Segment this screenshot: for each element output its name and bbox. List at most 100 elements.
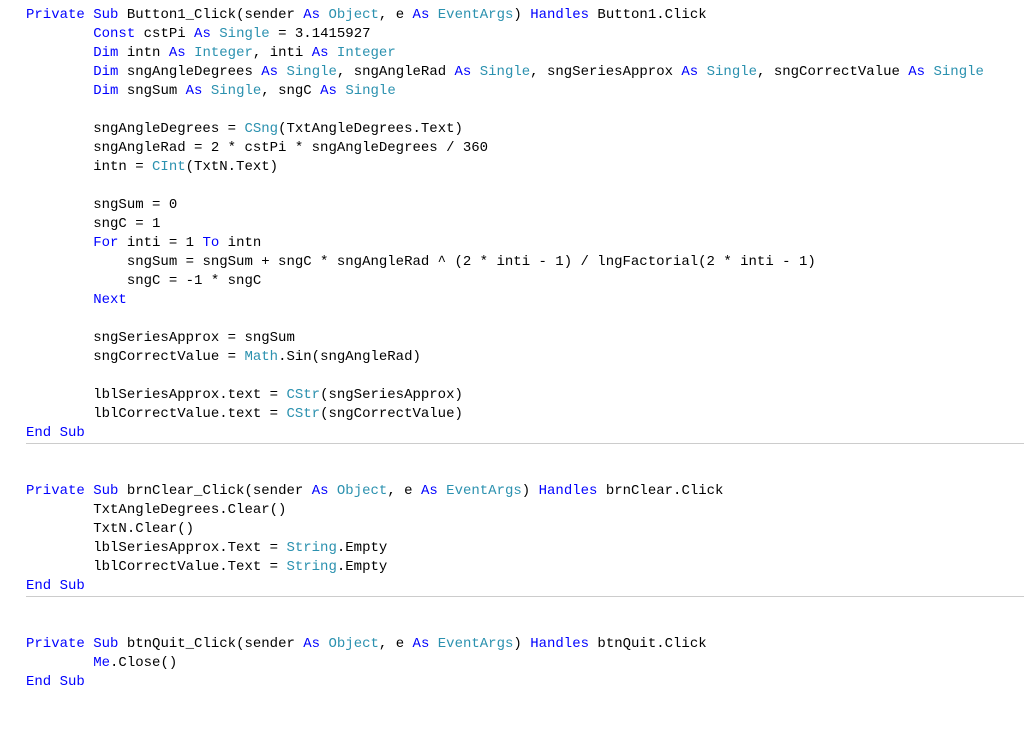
code-token: btnQuit.Click xyxy=(597,636,706,652)
code-token xyxy=(186,45,194,61)
code-line: End Sub xyxy=(26,577,1024,596)
code-token: Dim xyxy=(93,45,118,61)
code-token: Single xyxy=(219,26,269,42)
code-token: End xyxy=(26,674,51,690)
code-line: For inti = 1 To intn xyxy=(26,234,1024,253)
code-token: .Sin(sngAngleRad) xyxy=(278,349,421,365)
code-line xyxy=(26,463,1024,482)
code-token: End xyxy=(26,425,51,441)
code-token: , xyxy=(379,7,396,23)
code-token: As xyxy=(413,636,430,652)
code-token xyxy=(211,26,219,42)
code-token: (sngSeriesApprox) xyxy=(320,387,463,403)
code-line xyxy=(26,444,1024,463)
code-line: Const cstPi As Single = 3.1415927 xyxy=(26,25,1024,44)
code-line: TxtAngleDegrees.Clear() xyxy=(26,501,1024,520)
code-line: lblCorrectValue.text = CStr(sngCorrectVa… xyxy=(26,405,1024,424)
code-token: lblSeriesApprox.text = xyxy=(93,387,286,403)
code-line xyxy=(26,367,1024,386)
code-token: Sub xyxy=(93,483,118,499)
code-line: Private Sub btnQuit_Click(sender As Obje… xyxy=(26,635,1024,654)
code-token: TxtAngleDegrees.Clear() xyxy=(93,502,286,518)
code-token: As xyxy=(681,64,698,80)
code-token: e xyxy=(404,483,421,499)
code-token: CInt xyxy=(152,159,186,175)
code-line: Dim intn As Integer, inti As Integer xyxy=(26,44,1024,63)
code-token: , xyxy=(379,636,396,652)
code-token: , sngC xyxy=(261,83,320,99)
code-token: Private xyxy=(26,636,85,652)
code-token: (sngCorrectValue) xyxy=(320,406,463,422)
code-token: sngSum = 0 xyxy=(93,197,177,213)
code-token: Sub xyxy=(60,674,85,690)
code-token: cstPi xyxy=(135,26,194,42)
code-line: Private Sub brnClear_Click(sender As Obj… xyxy=(26,482,1024,501)
code-token: Private xyxy=(26,7,85,23)
code-token: Object xyxy=(329,7,379,23)
code-token: EventArgs xyxy=(438,636,514,652)
code-token: Handles xyxy=(530,7,589,23)
code-token: , xyxy=(387,483,404,499)
code-token: ) xyxy=(513,7,521,23)
code-token: As xyxy=(413,7,430,23)
code-token: sngAngleDegrees = xyxy=(93,121,244,137)
code-token: Me xyxy=(93,655,110,671)
code-token: Integer xyxy=(194,45,253,61)
code-line: lblSeriesApprox.text = CStr(sngSeriesApp… xyxy=(26,386,1024,405)
code-token: Dim xyxy=(93,83,118,99)
code-token: brnClear.Click xyxy=(606,483,724,499)
code-token: Button1_Click xyxy=(127,7,236,23)
code-token: (TxtN.Text) xyxy=(186,159,278,175)
code-line: sngSeriesApprox = sngSum xyxy=(26,329,1024,348)
code-token: To xyxy=(202,235,219,251)
method-block: Private Sub btnQuit_Click(sender As Obje… xyxy=(26,635,1024,692)
code-token: sngC = 1 xyxy=(93,216,160,232)
method-block: Private Sub Button1_Click(sender As Obje… xyxy=(26,6,1024,443)
code-token: , inti xyxy=(253,45,312,61)
code-line: Me.Close() xyxy=(26,654,1024,673)
code-line: TxtN.Clear() xyxy=(26,520,1024,539)
code-line: End Sub xyxy=(26,424,1024,443)
code-token: intn = xyxy=(93,159,152,175)
code-token: sender xyxy=(244,636,303,652)
code-token: As xyxy=(908,64,925,80)
code-token: e xyxy=(396,7,413,23)
code-token: Single xyxy=(707,64,757,80)
code-token: CStr xyxy=(286,406,320,422)
code-line: End Sub xyxy=(26,673,1024,692)
code-token: String xyxy=(286,540,336,556)
code-line: sngSum = 0 xyxy=(26,196,1024,215)
code-token: Next xyxy=(93,292,127,308)
code-token: As xyxy=(312,45,329,61)
code-token: sngSum xyxy=(118,83,185,99)
code-editor[interactable]: Private Sub Button1_Click(sender As Obje… xyxy=(0,0,1024,692)
code-token: Object xyxy=(337,483,387,499)
code-token xyxy=(925,64,933,80)
code-token: Private xyxy=(26,483,85,499)
code-token: Dim xyxy=(93,64,118,80)
code-token: As xyxy=(312,483,329,499)
code-token: CSng xyxy=(244,121,278,137)
code-line: lblSeriesApprox.Text = String.Empty xyxy=(26,539,1024,558)
code-token: Object xyxy=(329,636,379,652)
code-token: As xyxy=(303,636,320,652)
code-token: Sub xyxy=(60,425,85,441)
code-line xyxy=(26,177,1024,196)
code-line: sngAngleRad = 2 * cstPi * sngAngleDegree… xyxy=(26,139,1024,158)
code-token: btnQuit_Click xyxy=(127,636,236,652)
code-token: As xyxy=(303,7,320,23)
code-token: Handles xyxy=(530,636,589,652)
code-token: , sngAngleRad xyxy=(337,64,455,80)
code-token: Single xyxy=(345,83,395,99)
code-token: As xyxy=(261,64,278,80)
code-token: As xyxy=(455,64,472,80)
code-token: Sub xyxy=(93,636,118,652)
code-line: sngC = 1 xyxy=(26,215,1024,234)
code-line: sngAngleDegrees = CSng(TxtAngleDegrees.T… xyxy=(26,120,1024,139)
code-token: sngAngleDegrees xyxy=(118,64,261,80)
code-token: Sub xyxy=(60,578,85,594)
code-token: .Empty xyxy=(337,540,387,556)
code-token: EventArgs xyxy=(438,7,514,23)
code-token: TxtN.Clear() xyxy=(93,521,194,537)
code-line xyxy=(26,310,1024,329)
